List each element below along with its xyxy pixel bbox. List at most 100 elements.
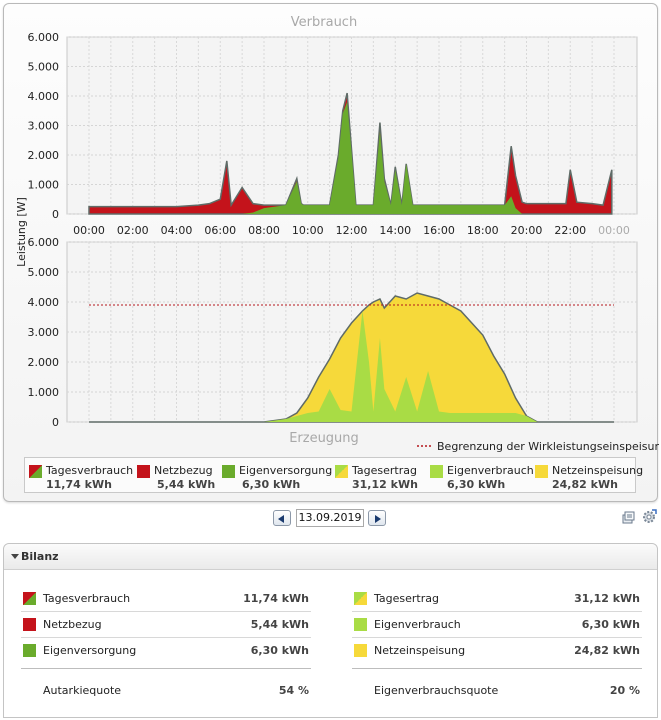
bilanz-label: Eigenverbrauch bbox=[374, 618, 461, 631]
eigenverbrauchsquote-value: 20 % bbox=[609, 684, 640, 697]
y-tick-label: 4.000 bbox=[28, 90, 60, 103]
autarkiequote-label: Autarkiequote bbox=[43, 684, 122, 697]
limit-legend-label: Begrenzung der Wirkleistungseinspeisung bbox=[437, 440, 659, 453]
energy-charts: Leistung [W] 0 1.000 2.000 3.000 4.000 5.000 6.… bbox=[15, 15, 659, 453]
eigenverbrauchsquote-label: Eigenverbrauchsquote bbox=[374, 684, 499, 697]
chart-title: Verbrauch bbox=[291, 15, 357, 30]
legend-label: Netzeinspeisung bbox=[552, 464, 644, 477]
x-tick-label: 02:00 bbox=[117, 224, 149, 237]
legend-swatch-red-green bbox=[29, 465, 42, 478]
swatch-green-icon bbox=[23, 644, 36, 657]
bilanz-value: 6,30 kWh bbox=[581, 618, 640, 631]
y-tick-label: 4.000 bbox=[28, 296, 60, 309]
bilanz-value: 11,74 kWh bbox=[243, 592, 309, 605]
legend-item-eigenversorgung[interactable]: Eigenversorgung 6,30 kWh bbox=[218, 460, 333, 492]
legend-label: Eigenversorgung bbox=[239, 464, 333, 477]
autarkiequote-value: 54 % bbox=[278, 684, 309, 697]
y-tick-label: 6.000 bbox=[28, 236, 60, 249]
y-tick-label: 0 bbox=[52, 208, 59, 221]
bilanz-row: Tagesertrag 31,12 kWh bbox=[352, 586, 642, 612]
y-tick-label: 1.000 bbox=[28, 386, 60, 399]
swatch-red-icon bbox=[23, 618, 36, 631]
chart-title: Erzeugung bbox=[289, 431, 359, 446]
y-tick-label: 6.000 bbox=[28, 31, 60, 44]
bilanz-row: Netzeinspeisung 24,82 kWh bbox=[352, 638, 642, 664]
bilanz-title: Bilanz bbox=[21, 550, 59, 563]
x-tick-label: 16:00 bbox=[423, 224, 455, 237]
bilanz-panel: Bilanz Tagesverbrauch 11,74 kWh Netzbezu… bbox=[3, 543, 658, 718]
x-tick-label: 10:00 bbox=[292, 224, 324, 237]
y-tick-label: 5.000 bbox=[28, 61, 60, 74]
y-tick-label: 3.000 bbox=[28, 326, 60, 339]
y-tick-label: 1.000 bbox=[28, 179, 60, 192]
legend-value: 6,30 kWh bbox=[242, 478, 301, 491]
legend-item-tagesertrag[interactable]: Tagesertrag 31,12 kWh bbox=[331, 460, 426, 492]
export-icon[interactable] bbox=[621, 509, 637, 525]
bilanz-value: 6,30 kWh bbox=[250, 644, 309, 657]
chevron-right-icon bbox=[375, 515, 381, 523]
y-axis-label: Leistung [W] bbox=[15, 197, 28, 267]
bilanz-label: Netzeinspeisung bbox=[374, 644, 466, 657]
y-tick-label: 5.000 bbox=[28, 266, 60, 279]
x-tick-label: 14:00 bbox=[379, 224, 411, 237]
bilanz-total-row: Autarkiequote 54 % bbox=[21, 678, 311, 704]
bilanz-value: 5,44 kWh bbox=[250, 618, 309, 631]
x-tick-label: 18:00 bbox=[467, 224, 499, 237]
bilanz-total-row: Eigenverbrauchsquote 20 % bbox=[352, 678, 642, 704]
swatch-lightgreen-yellow-icon bbox=[354, 592, 367, 605]
legend-swatch-red bbox=[137, 465, 150, 478]
bilanz-value: 24,82 kWh bbox=[574, 644, 640, 657]
legend-value: 24,82 kWh bbox=[552, 478, 618, 491]
x-tick-label: 06:00 bbox=[204, 224, 236, 237]
y-tick-label: 0 bbox=[52, 416, 59, 429]
legend: Tagesverbrauch 11,74 kWh Netzbezug 5,44 … bbox=[24, 457, 643, 493]
bilanz-value: 31,12 kWh bbox=[574, 592, 640, 605]
swatch-lightgreen-icon bbox=[354, 618, 367, 631]
x-tick-label: 08:00 bbox=[248, 224, 280, 237]
x-tick-label: 00:00 bbox=[598, 224, 630, 237]
legend-swatch-lightgreen-yellow bbox=[335, 465, 348, 478]
legend-item-tagesverbrauch[interactable]: Tagesverbrauch 11,74 kWh bbox=[25, 460, 135, 492]
bilanz-row: Eigenverbrauch 6,30 kWh bbox=[352, 612, 642, 638]
bilanz-label: Netzbezug bbox=[43, 618, 102, 631]
legend-swatch-green bbox=[222, 465, 235, 478]
y-tick-label: 2.000 bbox=[28, 149, 60, 162]
legend-item-eigenverbrauch[interactable]: Eigenverbrauch 6,30 kWh bbox=[426, 460, 534, 492]
x-tick-label: 20:00 bbox=[511, 224, 543, 237]
x-tick-label: 22:00 bbox=[554, 224, 586, 237]
y-tick-label: 3.000 bbox=[28, 120, 60, 133]
gear-icon[interactable] bbox=[641, 509, 657, 525]
legend-label: Tagesverbrauch bbox=[46, 464, 134, 477]
x-tick-label: 12:00 bbox=[336, 224, 368, 237]
bilanz-total-separator bbox=[21, 668, 311, 669]
bilanz-label: Eigenversorgung bbox=[43, 644, 137, 657]
legend-swatch-lightgreen bbox=[430, 465, 443, 478]
legend-label: Tagesertrag bbox=[352, 464, 417, 477]
bilanz-row: Tagesverbrauch 11,74 kWh bbox=[21, 586, 311, 612]
previous-day-button[interactable] bbox=[273, 510, 291, 526]
x-tick-label: 00:00 bbox=[73, 224, 105, 237]
legend-item-netzeinspeisung[interactable]: Netzeinspeisung 24,82 kWh bbox=[531, 460, 643, 492]
collapse-caret-icon bbox=[11, 554, 19, 559]
legend-value: 6,30 kWh bbox=[447, 478, 506, 491]
swatch-red-green-icon bbox=[23, 592, 36, 605]
bilanz-label: Tagesverbrauch bbox=[43, 592, 131, 605]
date-field[interactable]: 13.09.2019 bbox=[296, 509, 364, 527]
legend-value: 11,74 kWh bbox=[46, 478, 112, 491]
bilanz-total-separator bbox=[352, 668, 642, 669]
bilanz-header[interactable]: Bilanz bbox=[4, 544, 657, 570]
x-tick-label: 04:00 bbox=[161, 224, 193, 237]
legend-label: Eigenverbrauch bbox=[447, 464, 534, 477]
legend-value: 31,12 kWh bbox=[352, 478, 418, 491]
y-tick-label: 2.000 bbox=[28, 356, 60, 369]
bilanz-row: Netzbezug 5,44 kWh bbox=[21, 612, 311, 638]
next-day-button[interactable] bbox=[368, 510, 386, 526]
legend-label: Netzbezug bbox=[154, 464, 213, 477]
bilanz-label: Tagesertrag bbox=[374, 592, 439, 605]
legend-item-netzbezug[interactable]: Netzbezug 5,44 kWh bbox=[133, 460, 223, 492]
bilanz-row: Eigenversorgung 6,30 kWh bbox=[21, 638, 311, 664]
chart-panel: Leistung [W] 0 1.000 2.000 3.000 4.000 5.000 6.… bbox=[3, 3, 659, 502]
chevron-left-icon bbox=[278, 515, 284, 523]
legend-swatch-yellow bbox=[535, 465, 548, 478]
swatch-yellow-icon bbox=[354, 644, 367, 657]
